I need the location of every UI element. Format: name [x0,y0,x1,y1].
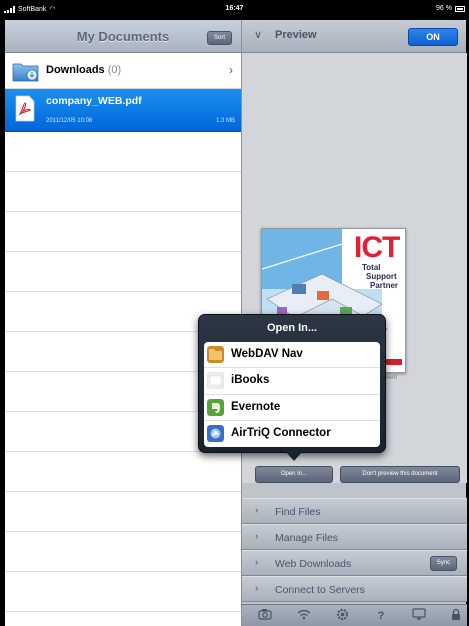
chevron-right-icon: › [255,557,259,568]
folder-name: Downloads (0) [46,64,121,76]
thumbnail-heading: ICT [354,231,400,264]
preview-actions: Open In... Don't preview this document [242,466,467,488]
gear-icon[interactable] [334,608,350,624]
empty-list-row [5,532,241,572]
empty-list-row [5,212,241,252]
status-time: 16:47 [225,5,244,12]
folder-count: (0) [107,64,122,76]
thumbnail-subtitle-2: Support [366,272,397,281]
lock-icon[interactable] [448,608,464,624]
open-in-airtriq-connector[interactable]: AirTriQ Connector [204,421,380,447]
open-in-popover: Open In... WebDAV Nav iBooks Evernote Ai… [198,314,386,461]
file-name: company_WEB.pdf [46,95,142,107]
folder-label: Downloads [46,64,105,76]
sort-button[interactable]: Sort [207,31,232,45]
camera-icon[interactable] [257,608,273,624]
chevron-right-icon: › [255,583,259,594]
file-date: 2011/12/05 10:08 [46,118,93,124]
preview-header[interactable]: ∨ Preview ON [242,20,466,53]
empty-list-row [5,452,241,492]
preview-title: Preview [275,29,317,41]
preview-toggle[interactable]: ON [408,28,458,46]
battery-percent: 96 % [436,5,452,12]
file-row-selected[interactable]: company_WEB.pdf 2011/12/05 10:08 1.3 MB [5,89,241,132]
section-label: Manage Files [275,532,339,544]
dont-preview-button[interactable]: Don't preview this document [340,466,460,483]
pdf-icon [15,95,35,122]
app-label: iBooks [231,374,270,387]
section-label: Connect to Servers [275,584,365,596]
open-in-evernote[interactable]: Evernote [204,395,380,421]
empty-list-row [5,172,241,212]
popover-app-list: WebDAV Nav iBooks Evernote AirTriQ Conne… [204,342,380,447]
webdav-nav-icon [207,346,224,363]
sync-button[interactable]: Sync [430,556,457,571]
status-bar: SoftBank ◠ 16:47 96 % [0,0,469,20]
section-find-files[interactable]: › Find Files [242,498,467,524]
folder-row-downloads[interactable]: Downloads (0) › [5,53,241,89]
chevron-right-icon: › [229,63,233,77]
chevron-right-icon: › [255,505,259,516]
empty-list-row [5,252,241,292]
app-label: Evernote [231,400,281,413]
battery-info: 96 % [436,5,465,12]
documents-title: My Documents [76,29,170,44]
empty-list-row [5,572,241,612]
documents-header: My Documents Sort [5,20,241,53]
empty-list-row [5,612,241,626]
chevron-right-icon: › [255,531,259,542]
folder-icon [12,63,39,82]
screen-icon[interactable] [411,608,427,624]
file-size: 1.3 MB [215,118,235,124]
app-label: WebDAV Nav [231,348,303,360]
bottom-toolbar: ? [242,604,467,626]
wifi-icon[interactable] [296,608,312,624]
app-label: AirTriQ Connector [231,426,331,439]
popover-title: Open In... [266,322,318,334]
empty-list-row [5,492,241,532]
open-in-webdav-nav[interactable]: WebDAV Nav [204,342,380,369]
section-label: Find Files [275,506,321,518]
popover-arrow [286,452,302,461]
section-label: Web Downloads [275,558,352,570]
chevron-down-icon: ∨ [254,29,263,41]
ibooks-icon [207,372,224,390]
thumbnail-subtitle-3: Partner [370,281,399,290]
battery-icon [455,5,465,12]
section-connect-to-servers[interactable]: › Connect to Servers [242,576,467,602]
empty-list-row [5,132,241,172]
airtriq-icon [207,424,224,442]
section-list: › Find Files › Manage Files › Web Downlo… [242,498,467,602]
thumbnail-subtitle-1: Total [362,263,381,272]
open-in-ibooks[interactable]: iBooks [204,368,380,395]
open-in-button[interactable]: Open In... [255,466,333,483]
evernote-icon [207,398,224,416]
help-icon[interactable]: ? [373,608,389,624]
section-manage-files[interactable]: › Manage Files [242,524,467,550]
section-web-downloads[interactable]: › Web Downloads Sync [242,550,467,576]
